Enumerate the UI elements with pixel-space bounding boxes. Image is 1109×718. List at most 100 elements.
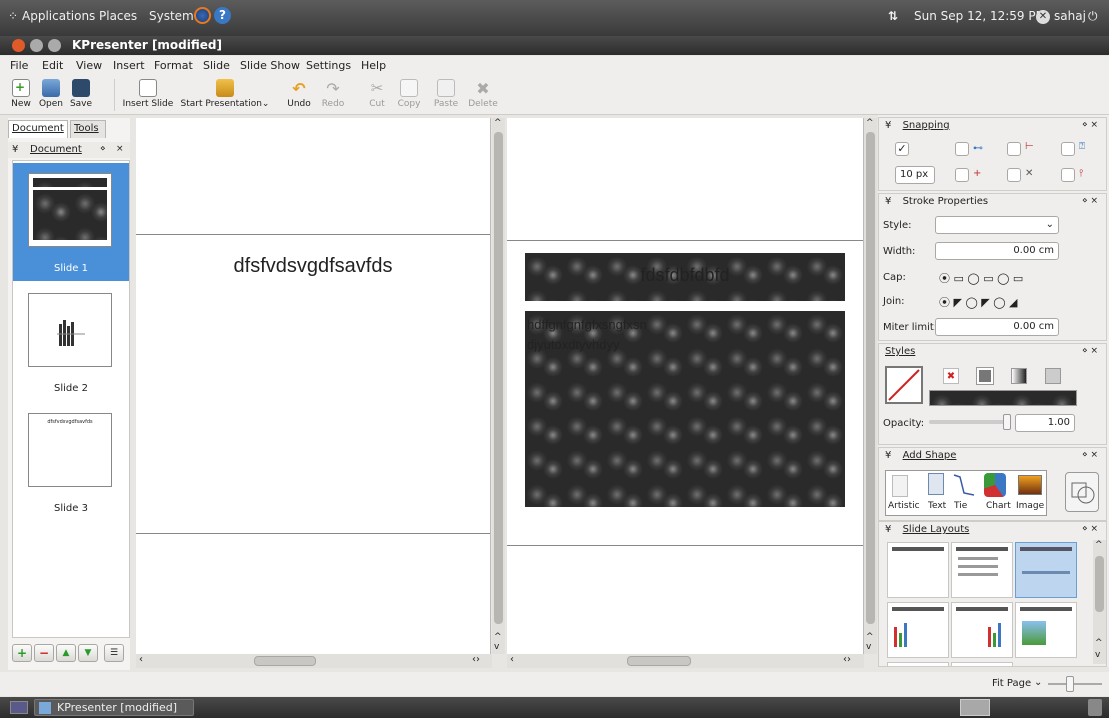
maximize-window-icon[interactable] — [48, 39, 61, 52]
float-dock-icon[interactable]: ⋄ — [100, 144, 106, 154]
canvas1-horizontal-scrollbar[interactable]: ‹ ‹› — [136, 654, 492, 668]
copy-button[interactable]: Copy — [396, 79, 422, 109]
slide-item-2[interactable]: Slide 2 — [13, 283, 129, 401]
canvas2-hscroll-thumb[interactable] — [627, 656, 691, 666]
snap-node-checkbox[interactable] — [955, 168, 969, 182]
shape-text[interactable]: Text — [928, 501, 946, 511]
show-desktop-icon[interactable] — [10, 701, 28, 714]
zoom-slider-handle[interactable] — [1066, 676, 1074, 692]
join-options-icon[interactable]: ⦿ ◤ ◯ ◤ ◯ ◢ — [939, 294, 1017, 310]
scroll-up-icon[interactable]: ^ — [1095, 540, 1103, 550]
view-mode-button[interactable]: ☰ — [104, 644, 124, 662]
canvas1-hscroll-thumb[interactable] — [254, 656, 316, 666]
dock-controls-icon[interactable]: ⋄ × — [1082, 346, 1098, 356]
slide2-title-text[interactable]: fdsfdbfdbfd — [525, 265, 845, 286]
snap-bounding-checkbox[interactable] — [1061, 142, 1075, 156]
canvas1-vertical-scrollbar[interactable]: ^ ^ v — [492, 118, 505, 654]
menu-file[interactable]: File — [10, 59, 28, 72]
scroll-up-icon[interactable]: ^ — [866, 632, 874, 642]
layout-title-only[interactable] — [887, 542, 949, 598]
canvas2-vertical-scrollbar[interactable]: ^ ^ v — [864, 118, 877, 654]
scroll-right-icon[interactable]: ‹› — [843, 654, 851, 665]
style-combobox[interactable]: ⌄ — [935, 216, 1059, 234]
slide-page-1[interactable]: dfsfvdsvgdfsavfds — [136, 234, 490, 534]
slide-canvas-2[interactable]: fdsfdbfdbfd hdffgnfgnfgfxsngfxsn djyutox… — [507, 118, 864, 654]
save-button[interactable]: Save — [68, 79, 94, 109]
canvas1-vscroll-thumb[interactable] — [494, 132, 503, 624]
layouts-scrollbar[interactable]: ^ ^ v — [1093, 540, 1106, 664]
shape-collections-button[interactable] — [1065, 472, 1099, 512]
layout-bullets-2[interactable] — [951, 662, 1013, 666]
redo-button[interactable]: ↷ Redo — [318, 79, 348, 109]
snap-distance-spinbox[interactable]: 10 px — [895, 166, 935, 184]
collapse-icon[interactable]: ¥ — [885, 450, 891, 461]
snap-to-grid-checkbox[interactable]: ✓ — [895, 142, 909, 156]
scroll-up-icon[interactable]: ^ — [1095, 638, 1103, 648]
workspace-switcher[interactable] — [960, 699, 990, 716]
slide-page-2[interactable]: fdsfdbfdbfd hdffgnfgnfgfxsngfxsn djyutox… — [507, 240, 863, 546]
scroll-down-icon[interactable]: v — [1095, 650, 1100, 660]
firefox-icon[interactable] — [194, 7, 211, 24]
body-placeholder[interactable]: hdffgnfgnfgfxsngfxsn djyutoxdtyvhdyy — [525, 311, 845, 507]
cap-options-icon[interactable]: ⦿ ▭ ◯ ▭ ◯ ▭ — [939, 270, 1023, 286]
snap-orthogonal-checkbox[interactable] — [955, 142, 969, 156]
gradient-style-button[interactable] — [1011, 368, 1027, 384]
chevron-down-icon[interactable]: ⌄ — [1034, 677, 1042, 688]
minimize-window-icon[interactable] — [30, 39, 43, 52]
power-icon[interactable]: ⏻ — [1088, 9, 1098, 24]
taskbar-item-kpresenter[interactable]: KPresenter [modified] — [34, 699, 194, 716]
canvas2-horizontal-scrollbar[interactable]: ‹ ‹› — [507, 654, 864, 668]
snap-extension-checkbox[interactable] — [1007, 168, 1021, 182]
menu-edit[interactable]: Edit — [42, 59, 63, 72]
system-menu[interactable]: System — [149, 9, 194, 23]
slide2-body-line-1[interactable]: hdffgnfgnfgfxsngfxsn — [527, 317, 647, 332]
shape-tie[interactable]: Tie — [954, 501, 967, 511]
snap-intersection-checkbox[interactable] — [1007, 142, 1021, 156]
scroll-right-icon[interactable]: ‹› — [472, 654, 480, 665]
layout-image-bullets[interactable] — [1015, 602, 1077, 658]
pattern-combobox[interactable] — [929, 390, 1077, 406]
fill-stroke-preview[interactable] — [885, 366, 923, 404]
solid-style-button[interactable] — [976, 367, 994, 385]
dock-controls-icon[interactable]: ⋄ × — [1082, 524, 1098, 534]
slide-title-text[interactable]: dfsfvdsvgdfsavfds — [136, 255, 490, 278]
scroll-up-icon[interactable]: ^ — [866, 118, 874, 128]
opacity-spinbox[interactable]: 1.00 — [1015, 414, 1075, 432]
slide2-body-line-2[interactable]: djyutoxdtyvhdyy — [527, 337, 620, 352]
tab-tools[interactable]: Tools — [70, 120, 106, 138]
no-style-button[interactable]: ✖ — [943, 368, 959, 384]
menu-insert[interactable]: Insert — [113, 59, 145, 72]
open-button[interactable]: Open — [38, 79, 64, 109]
dock-controls-icon[interactable]: ⋄ × — [1082, 120, 1098, 130]
menu-help[interactable]: Help — [361, 59, 386, 72]
layout-title-subtitle[interactable] — [1015, 542, 1077, 598]
add-slide-button[interactable]: + — [12, 644, 32, 662]
help-icon[interactable]: ? — [214, 7, 231, 24]
layouts-scroll-thumb[interactable] — [1095, 556, 1104, 612]
opacity-slider-track[interactable] — [929, 420, 1009, 424]
collapse-icon[interactable]: ¥ — [885, 120, 891, 131]
layout-chart-bullets[interactable] — [887, 602, 949, 658]
shape-image[interactable]: Image — [1016, 501, 1044, 511]
move-down-button[interactable]: ▼ — [78, 644, 98, 662]
scroll-down-icon[interactable]: v — [866, 642, 871, 652]
menu-slide[interactable]: Slide — [203, 59, 230, 72]
opacity-slider-handle[interactable] — [1003, 414, 1011, 430]
zoom-slider-track[interactable] — [1048, 683, 1102, 685]
layout-bullets-chart[interactable] — [951, 602, 1013, 658]
slide-item-1[interactable]: Slide 1 — [13, 163, 129, 281]
start-presentation-button[interactable]: Start Presentation⌄ — [176, 79, 274, 109]
slide-item-3[interactable]: dfsfvdsvgdfsavfds Slide 3 — [13, 403, 129, 521]
paste-button[interactable]: Paste — [432, 79, 460, 109]
collapse-icon[interactable]: ¥ — [12, 144, 18, 155]
layout-title-bullets[interactable] — [951, 542, 1013, 598]
delete-button[interactable]: ✖ Delete — [466, 79, 500, 109]
dock-controls-icon[interactable]: ⋄ × — [1082, 450, 1098, 460]
scroll-up-icon[interactable]: ^ — [494, 118, 502, 128]
scroll-left-icon[interactable]: ‹ — [139, 654, 143, 665]
menu-settings[interactable]: Settings — [306, 59, 351, 72]
applications-menu[interactable]: Applications — [22, 9, 95, 23]
user-name[interactable]: sahaj — [1054, 9, 1086, 23]
cut-button[interactable]: ✂ Cut — [366, 79, 388, 109]
miter-limit-spinbox[interactable]: 0.00 cm — [935, 318, 1059, 336]
